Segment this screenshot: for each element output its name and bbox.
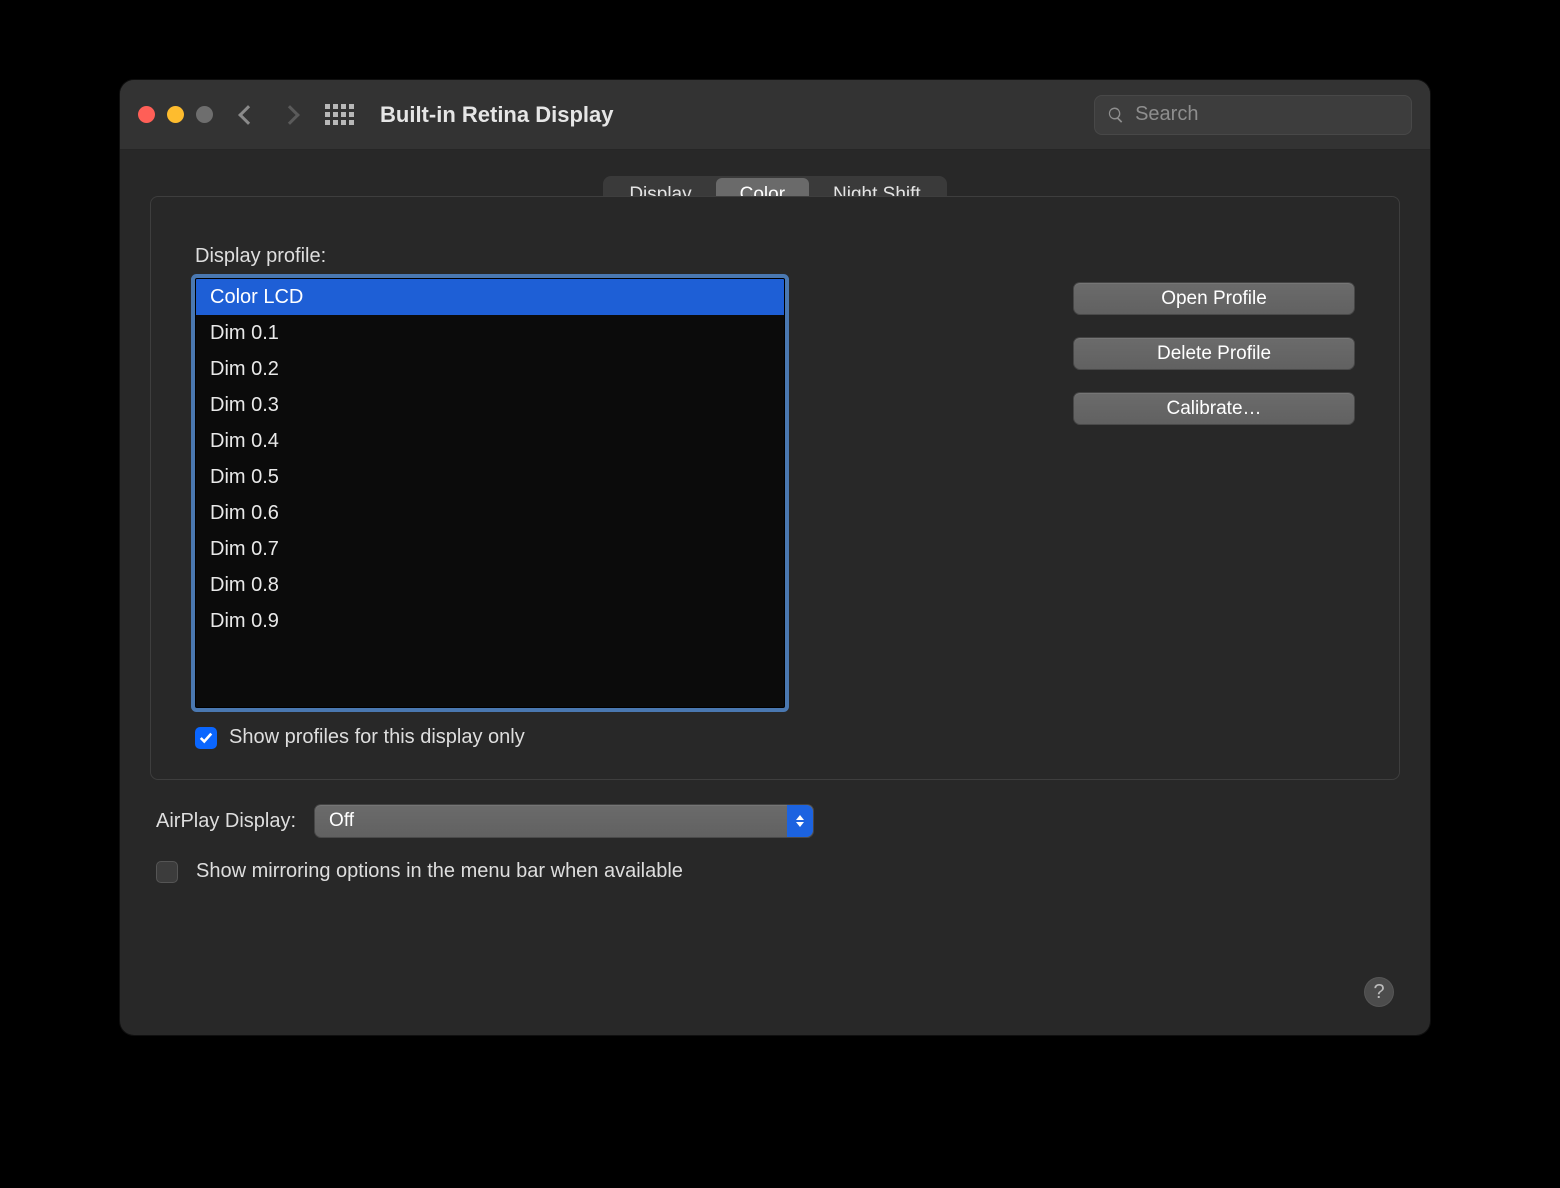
help-button[interactable]: ? xyxy=(1364,977,1394,1007)
airplay-select[interactable]: Off xyxy=(314,804,814,838)
open-profile-button[interactable]: Open Profile xyxy=(1073,282,1355,315)
mirroring-checkbox[interactable] xyxy=(156,861,178,883)
calibrate-button[interactable]: Calibrate… xyxy=(1073,392,1355,425)
profile-item[interactable]: Dim 0.2 xyxy=(196,351,784,387)
show-profiles-checkbox[interactable] xyxy=(195,727,217,749)
color-panel: Display profile: Color LCDDim 0.1Dim 0.2… xyxy=(150,196,1400,780)
show-profiles-label: Show profiles for this display only xyxy=(229,726,525,749)
search-icon xyxy=(1107,105,1125,125)
search-input[interactable] xyxy=(1135,103,1399,126)
profile-listbox[interactable]: Color LCDDim 0.1Dim 0.2Dim 0.3Dim 0.4Dim… xyxy=(195,278,785,708)
search-field[interactable] xyxy=(1094,95,1412,135)
display-profile-label: Display profile: xyxy=(195,245,1355,268)
profile-item[interactable]: Dim 0.8 xyxy=(196,567,784,603)
airplay-value: Off xyxy=(329,810,354,832)
preferences-window: Built-in Retina Display Display Color Ni… xyxy=(120,80,1430,1035)
window-title: Built-in Retina Display xyxy=(380,102,613,128)
profile-item[interactable]: Dim 0.1 xyxy=(196,315,784,351)
profile-item[interactable]: Dim 0.4 xyxy=(196,423,784,459)
profile-item[interactable]: Color LCD xyxy=(196,279,784,315)
airplay-label: AirPlay Display: xyxy=(156,810,296,833)
profile-item[interactable]: Dim 0.6 xyxy=(196,495,784,531)
delete-profile-button[interactable]: Delete Profile xyxy=(1073,337,1355,370)
window-controls xyxy=(138,106,213,123)
profile-item[interactable]: Dim 0.5 xyxy=(196,459,784,495)
profile-item[interactable]: Dim 0.7 xyxy=(196,531,784,567)
nav-arrows xyxy=(241,108,297,122)
show-all-icon[interactable] xyxy=(325,104,354,125)
profile-item[interactable]: Dim 0.9 xyxy=(196,603,784,639)
mirroring-label: Show mirroring options in the menu bar w… xyxy=(196,860,683,883)
zoom-window-button[interactable] xyxy=(196,106,213,123)
checkmark-icon xyxy=(199,731,213,745)
select-arrows-icon xyxy=(787,805,813,837)
minimize-window-button[interactable] xyxy=(167,106,184,123)
titlebar: Built-in Retina Display xyxy=(120,80,1430,150)
forward-button[interactable] xyxy=(280,105,300,125)
back-button[interactable] xyxy=(238,105,258,125)
profile-item[interactable]: Dim 0.3 xyxy=(196,387,784,423)
close-window-button[interactable] xyxy=(138,106,155,123)
